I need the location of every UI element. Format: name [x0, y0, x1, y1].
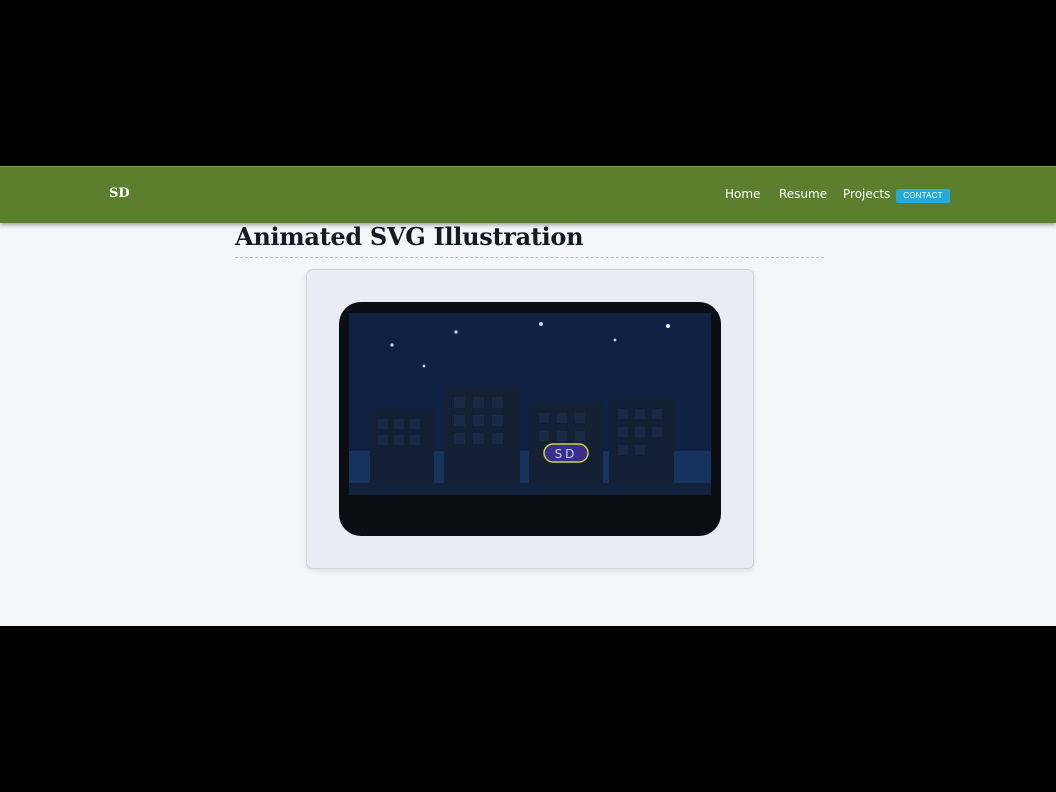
building — [609, 398, 674, 487]
nav-link-home[interactable]: Home — [725, 187, 760, 201]
nav-link-resume[interactable]: Resume — [779, 187, 827, 201]
street — [349, 483, 711, 495]
building — [370, 409, 434, 487]
star — [422, 364, 426, 368]
brand-logo[interactable]: SD — [109, 186, 130, 201]
city-night-illustration: SD — [349, 313, 711, 495]
navbar: SD Home Resume Projects CONTACT — [0, 166, 1056, 223]
contact-button[interactable]: CONTACT — [896, 189, 950, 203]
sd-badge: SD — [543, 443, 589, 463]
star — [390, 343, 394, 347]
star — [613, 338, 617, 342]
title-divider — [235, 257, 824, 258]
star — [454, 330, 458, 334]
illustration-frame: SD — [339, 302, 721, 536]
star — [666, 324, 670, 328]
page-title: Animated SVG Illustration — [235, 222, 584, 251]
star — [539, 322, 543, 326]
page: SD Home Resume Projects CONTACT Animated… — [0, 166, 1056, 626]
nav-link-projects[interactable]: Projects — [843, 187, 890, 201]
badge-text: SD — [555, 447, 578, 461]
building — [444, 387, 520, 487]
